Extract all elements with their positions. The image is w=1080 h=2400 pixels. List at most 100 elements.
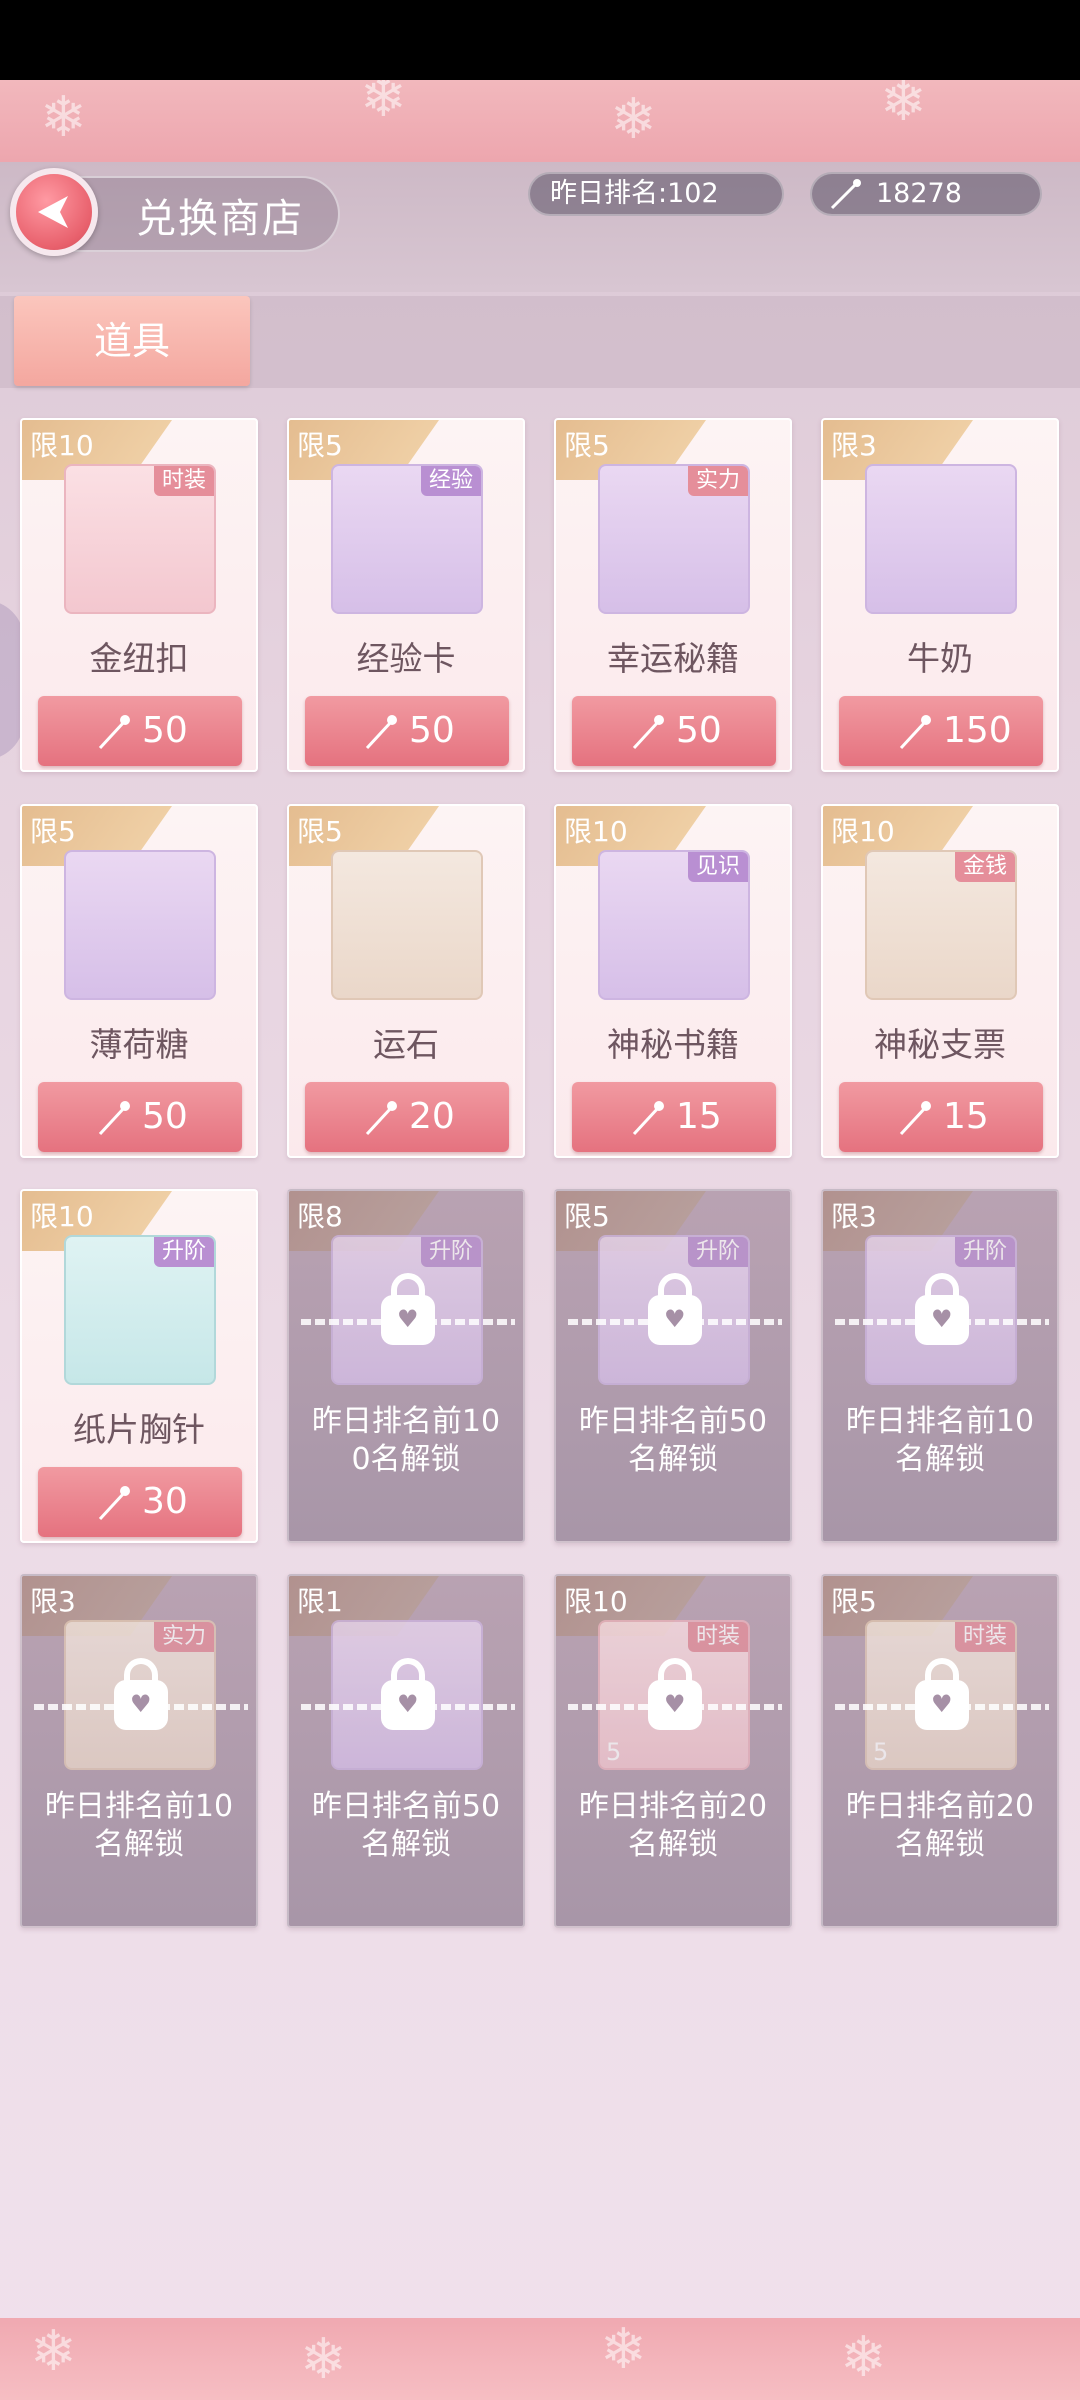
item-category-tag: 实力	[687, 466, 748, 496]
purchase-limit: 限10	[30, 429, 94, 462]
shop-item-card[interactable]: 限5 薄荷糖 50	[20, 804, 258, 1158]
wand-currency-icon	[899, 715, 931, 750]
unlock-line-2: 名解锁	[628, 1442, 718, 1477]
wand-currency-icon	[98, 1486, 130, 1521]
buy-button[interactable]: 20	[305, 1082, 509, 1152]
wand-currency-icon	[365, 715, 397, 750]
unlock-line-1: 昨日排名前10	[44, 1789, 234, 1824]
shop-item-card[interactable]: 限8 升阶 ♥ 昨日排名前10 0名解锁	[287, 1189, 525, 1543]
shop-item-card[interactable]: 限10 时装金纽扣 50	[20, 418, 258, 772]
page-title: 兑换商店	[136, 196, 304, 242]
item-name: 金纽扣	[89, 639, 189, 678]
currency-amount: 18278	[876, 178, 962, 209]
item-price: 50	[142, 710, 188, 751]
purchase-limit: 限5	[831, 1585, 877, 1618]
item-name: 神秘支票	[874, 1025, 1006, 1064]
item-icon	[64, 850, 216, 1000]
heart-icon: ♥	[931, 1305, 953, 1333]
purchase-limit: 限10	[564, 815, 628, 848]
unlock-condition: 昨日排名前20 名解锁	[556, 1788, 790, 1864]
heart-icon: ♥	[664, 1690, 686, 1718]
lock-overlay: ♥	[289, 1636, 523, 1776]
buy-button[interactable]: 15	[839, 1082, 1043, 1152]
tab-props[interactable]: 道具	[14, 296, 250, 386]
buy-button[interactable]: 15	[572, 1082, 776, 1152]
item-icon: 金钱	[865, 850, 1017, 1000]
status-bar	[0, 0, 1080, 80]
wand-currency-icon	[98, 1101, 130, 1136]
item-price: 50	[409, 710, 455, 751]
shop-item-card[interactable]: 限10 金钱神秘支票 15	[821, 804, 1059, 1158]
unlock-line-1: 昨日排名前10	[845, 1404, 1035, 1439]
rank-text: 昨日排名:102	[550, 178, 719, 209]
shop-item-card[interactable]: 限10 时装 5 ♥ 昨日排名前20 名解锁	[554, 1574, 792, 1928]
purchase-limit: 限10	[30, 1200, 94, 1233]
shop-item-card[interactable]: 限5 运石 20	[287, 804, 525, 1158]
item-icon: 经验	[331, 464, 483, 614]
heart-icon: ♥	[130, 1690, 152, 1718]
shop-item-card[interactable]: 限3 实力 ♥ 昨日排名前10 名解锁	[20, 1574, 258, 1928]
wand-currency-icon	[899, 1101, 931, 1136]
shop-item-card[interactable]: 限10 见识神秘书籍 15	[554, 804, 792, 1158]
purchase-limit: 限10	[564, 1585, 628, 1618]
purchase-limit: 限3	[831, 429, 877, 462]
unlock-line-1: 昨日排名前20	[578, 1789, 768, 1824]
item-name: 神秘书籍	[607, 1025, 739, 1064]
shop-item-card[interactable]: 限5 升阶 ♥ 昨日排名前50 名解锁	[554, 1189, 792, 1543]
item-name: 运石	[373, 1025, 439, 1064]
unlock-condition: 昨日排名前20 名解锁	[823, 1788, 1057, 1864]
buy-button[interactable]: 150	[839, 696, 1043, 766]
item-icon: 升阶	[64, 1235, 216, 1385]
item-name: 薄荷糖	[89, 1025, 189, 1064]
lock-overlay: ♥	[22, 1636, 256, 1776]
lock-overlay: ♥	[289, 1251, 523, 1391]
lock-overlay: ♥	[823, 1251, 1057, 1391]
wand-currency-icon	[365, 1101, 397, 1136]
lock-overlay: ♥	[556, 1636, 790, 1776]
shop-item-card[interactable]: 限3 牛奶 150	[821, 418, 1059, 772]
item-icon: 时装	[64, 464, 216, 614]
buy-button[interactable]: 50	[305, 696, 509, 766]
yesterday-rank: 昨日排名:102	[528, 172, 784, 216]
purchase-limit: 限3	[831, 1200, 877, 1233]
unlock-condition: 昨日排名前10 名解锁	[22, 1788, 256, 1864]
item-price: 20	[409, 1096, 455, 1137]
shop-item-card[interactable]: 限3 升阶 ♥ 昨日排名前10 名解锁	[821, 1189, 1059, 1543]
item-category-tag: 见识	[687, 852, 748, 882]
buy-button[interactable]: 30	[38, 1467, 242, 1537]
heart-icon: ♥	[397, 1690, 419, 1718]
back-button[interactable]	[10, 168, 98, 256]
purchase-limit: 限10	[831, 815, 895, 848]
item-category-tag: 金钱	[954, 852, 1015, 882]
shop-item-card[interactable]: 限5 时装 5 ♥ 昨日排名前20 名解锁	[821, 1574, 1059, 1928]
unlock-line-2: 名解锁	[628, 1827, 718, 1862]
item-category-tag: 时装	[153, 466, 214, 496]
purchase-limit: 限8	[297, 1200, 343, 1233]
snowflake-banner-top: ❄ ❄ ❄ ❄	[0, 80, 1080, 162]
shop-item-card[interactable]: 限5 经验 经验卡 50	[287, 418, 525, 772]
buy-button[interactable]: 50	[38, 696, 242, 766]
shop-item-card[interactable]: 限1 ♥ 昨日排名前50 名解锁	[287, 1574, 525, 1928]
item-name: 幸运秘籍	[607, 639, 739, 678]
item-icon: 实力	[598, 464, 750, 614]
item-price: 50	[142, 1096, 188, 1137]
currency-display: 18278	[810, 172, 1042, 216]
unlock-condition: 昨日排名前10 名解锁	[823, 1403, 1057, 1479]
wand-currency-icon	[98, 715, 130, 750]
item-icon: 见识	[598, 850, 750, 1000]
unlock-condition: 昨日排名前50 名解锁	[556, 1403, 790, 1479]
purchase-limit: 限1	[297, 1585, 343, 1618]
heart-icon: ♥	[664, 1305, 686, 1333]
unlock-line-2: 名解锁	[895, 1827, 985, 1862]
snowflake-banner-bottom: ❄ ❄ ❄ ❄	[0, 2318, 1080, 2400]
unlock-line-2: 名解锁	[94, 1827, 184, 1862]
purchase-limit: 限5	[564, 1200, 610, 1233]
buy-button[interactable]: 50	[572, 696, 776, 766]
unlock-line-1: 昨日排名前50	[578, 1404, 768, 1439]
buy-button[interactable]: 50	[38, 1082, 242, 1152]
unlock-line-1: 昨日排名前20	[845, 1789, 1035, 1824]
item-icon	[331, 850, 483, 1000]
lock-overlay: ♥	[556, 1251, 790, 1391]
shop-item-card[interactable]: 限5 实力 幸运秘籍 50	[554, 418, 792, 772]
shop-item-card[interactable]: 限10 升阶 纸片胸针 30	[20, 1189, 258, 1543]
